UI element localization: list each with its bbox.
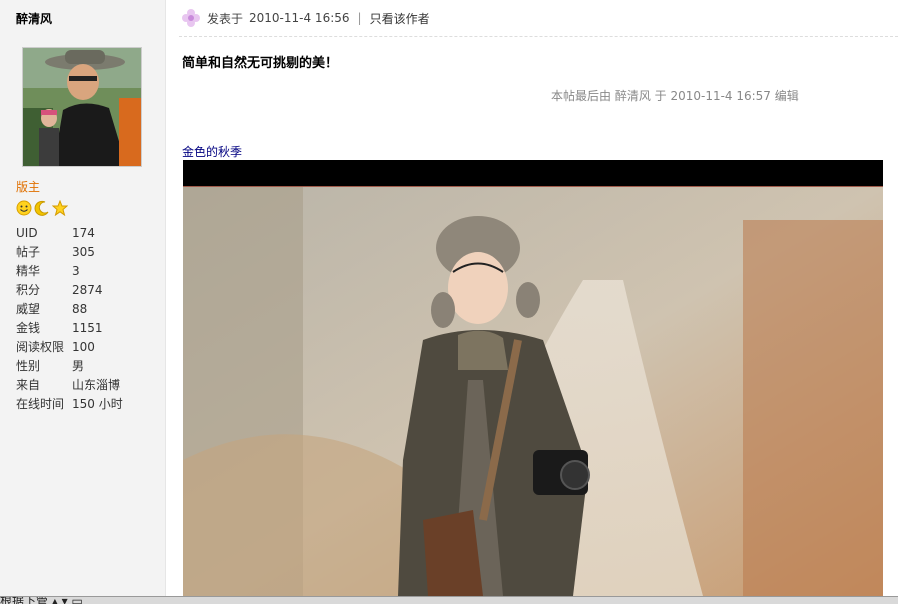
author-sidebar: 醉清风 版主 UID 174 帖子 305 精华 3 积分 2874 威望 88…: [0, 0, 166, 604]
smile-medal-icon[interactable]: [16, 200, 32, 216]
stat-label: 金钱: [16, 321, 41, 335]
stat-row-location: 来自 山东淄博: [16, 376, 123, 395]
author-only-link[interactable]: 只看该作者: [370, 10, 430, 27]
stat-value: 88: [72, 302, 88, 316]
avatar-photo: [23, 48, 141, 166]
stat-label: 积分: [16, 283, 41, 297]
stat-label: 精华: [16, 264, 41, 278]
posted-prefix: 发表于: [207, 11, 244, 26]
medal-list: [16, 200, 68, 216]
meta-divider: [179, 36, 898, 37]
stat-row-read-permission: 阅读权限 100: [16, 338, 123, 357]
stat-value: 山东淄博: [72, 378, 121, 392]
bottom-toolbar: 根据下管 ▴ ▾ ▭: [0, 596, 898, 604]
star-medal-icon[interactable]: [52, 200, 68, 216]
stat-row-prestige: 威望 88: [16, 300, 123, 319]
post-photo[interactable]: [183, 160, 883, 596]
stat-row-digest: 精华 3: [16, 262, 123, 281]
author-username[interactable]: 醉清风: [16, 10, 52, 27]
stat-row-uid: UID 174: [16, 224, 123, 243]
stat-value: 男: [72, 359, 85, 373]
stat-row-gender: 性别 男: [16, 357, 123, 376]
stat-value: 305: [72, 245, 95, 259]
stat-value: 3: [72, 264, 80, 278]
stat-row-points: 积分 2874: [16, 281, 123, 300]
stat-value: 2874: [72, 283, 103, 297]
stat-value: 100: [72, 340, 95, 354]
stat-label: 来自: [16, 378, 41, 392]
bottom-toolbar-text[interactable]: 根据下管 ▴ ▾ ▭: [0, 597, 83, 604]
stat-label: 性别: [16, 359, 41, 373]
author-stats: UID 174 帖子 305 精华 3 积分 2874 威望 88 金钱 1151 阅读权限…: [16, 224, 123, 414]
stat-label: 在线时间: [16, 397, 65, 411]
post-title: 简单和自然无可挑剔的美！: [182, 56, 339, 71]
edit-note: 本帖最后由 醉清风 于 2010-11-4 16:57 编辑: [551, 89, 799, 103]
post-meta: 发表于 2010-11-4 16:56 | 只看该作者: [181, 8, 430, 28]
stat-row-posts: 帖子 305: [16, 243, 123, 262]
stat-label: UID: [16, 226, 38, 240]
image-caption: 金色的秋季: [182, 145, 243, 159]
stat-label: 阅读权限: [16, 340, 65, 354]
post-content-area: 发表于 2010-11-4 16:56 | 只看该作者 简单和自然无可挑剔的美！…: [167, 0, 898, 604]
flower-icon: [181, 8, 201, 28]
moon-medal-icon[interactable]: [34, 200, 50, 216]
author-avatar[interactable]: [22, 47, 142, 167]
photo-image: [183, 160, 883, 596]
author-role: 版主: [16, 180, 41, 194]
stat-value: 1151: [72, 321, 103, 335]
stat-label: 威望: [16, 302, 41, 316]
posted-time: 2010-11-4 16:56: [249, 11, 350, 25]
stat-label: 帖子: [16, 245, 41, 259]
stat-value: 150 小时: [72, 397, 123, 411]
stat-value: 174: [72, 226, 95, 240]
meta-separator: |: [357, 11, 362, 25]
stat-row-online-time: 在线时间 150 小时: [16, 395, 123, 414]
stat-row-money: 金钱 1151: [16, 319, 123, 338]
